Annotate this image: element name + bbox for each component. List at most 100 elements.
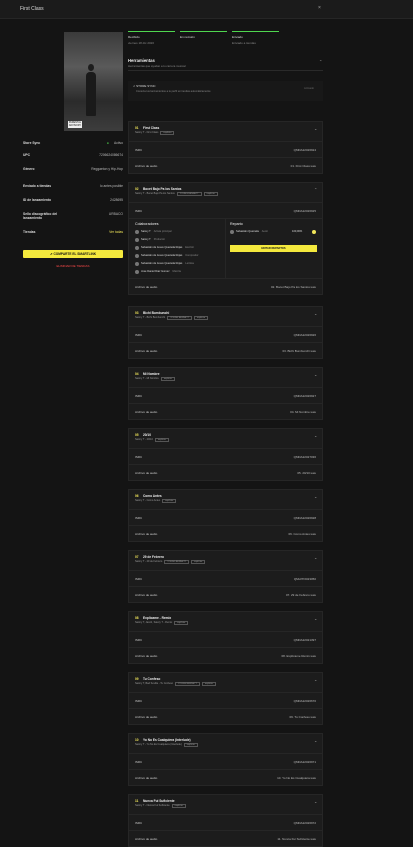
close-icon[interactable]: ×	[318, 5, 321, 11]
meta-key: Store Sync	[23, 141, 41, 145]
audio-filename: 09. Tu Confeso.wav	[289, 715, 316, 719]
collaborator-row: Sebastián de Jesus Quezada Rojas Composit…	[135, 253, 199, 261]
collaborator: Satory T Productor	[141, 238, 165, 241]
chevron-down-icon[interactable]: ⌄	[314, 555, 317, 560]
split-row: Sebastián Quezada Autor 100,00%	[230, 229, 317, 237]
chevron-down-icon[interactable]: ⌄	[314, 616, 317, 621]
chevron-down-icon[interactable]: ⌄	[314, 738, 317, 743]
meta-key: Sello discográfico del lanzamiento	[23, 212, 58, 220]
edit-splits-button[interactable]: EDITAR REPARTOS	[230, 245, 317, 252]
isrc-value: QMDA22021397	[293, 638, 316, 642]
step-subtitle: viernes 18 dic 2020	[128, 41, 155, 45]
share-label: COMPARTE EL SMARTLINK	[53, 252, 97, 256]
share-smartlink-button[interactable]: ⇗ COMPARTE EL SMARTLINK	[23, 250, 123, 258]
window-header: First Class ×	[0, 0, 413, 19]
track-number: 01	[135, 126, 139, 130]
chevron-down-icon[interactable]: ⌄	[314, 677, 317, 682]
collaborator: Sebastián de Jesus Quezada Rojas Escritor	[141, 246, 194, 249]
track-number: 07	[135, 555, 139, 559]
status-dot-icon	[312, 229, 316, 234]
status-step: Recibido viernes 18 dic 2020	[128, 31, 175, 45]
avatar	[135, 269, 139, 274]
isrc-value: QMDA22026928	[293, 516, 316, 520]
track-title: Yo No Es Cualquiera (Interlude)	[143, 738, 191, 742]
track-header[interactable]: 10 Yo No Es Cualquiera (Interlude) Satory …	[129, 734, 322, 753]
audio-row: Archivo de audio 06. Como Antes.wav	[129, 525, 322, 541]
track-header[interactable]: 08 Explícame - Remix Satory T, Jacob, Sato…	[129, 612, 322, 631]
isrc-label: ISRC	[135, 148, 143, 152]
meta-value[interactable]: Ver todas	[75, 230, 123, 234]
chevron-up-icon[interactable]: ⌃	[314, 187, 317, 192]
window-title: First Class	[20, 6, 44, 12]
audio-label: Archivo de audio	[135, 654, 158, 658]
track-artist: Satory T - 29 de Febrero	[135, 560, 163, 563]
collaborator-role: Escritor	[185, 246, 195, 249]
audio-filename: 03. Bichi Bumbunchi.wav	[282, 349, 316, 353]
chevron-down-icon[interactable]: ⌄	[314, 799, 317, 804]
track-artist: Satory T - Como Antes	[135, 499, 161, 502]
track-header[interactable]: 06 Como Antes Satory T - Como Antes explíci…	[129, 490, 322, 509]
step-title: En revisión	[180, 35, 195, 39]
status-step: En revisión	[180, 31, 227, 41]
track-subtitle: Satory T - Bocet Bajo Pa los Santos YOUNG…	[135, 192, 218, 196]
track-header[interactable]: 04 Mi Nombre Satory T - Mi Nombre explícito…	[129, 368, 322, 387]
chevron-down-icon[interactable]: ⌄	[314, 372, 317, 377]
track-number: 04	[135, 372, 139, 376]
isrc-row: ISRC QMDA22026971	[129, 753, 322, 769]
collaborator-role: Productor	[153, 238, 166, 241]
store-sync-panel[interactable]: ♫ STORE SYNC Conecta tus lanzamientos a …	[128, 81, 323, 101]
isrc-row: ISRC QMDA22026928	[129, 509, 322, 525]
track-header[interactable]: 02 Bocet Bajo Pa los Santos Satory T - Boc…	[129, 183, 322, 202]
step-progress-bar	[180, 31, 227, 32]
audio-row: Archivo de audio 05. 20/10.wav	[129, 464, 322, 480]
track-header[interactable]: 09 Tu Confeso Satory T, Bad Sevilla - Tu C…	[129, 673, 322, 692]
store-sync-title: ♫ STORE SYNC	[133, 84, 156, 88]
split: Sebastián Quezada Autor	[236, 230, 268, 233]
chevron-up-icon[interactable]: ⌃	[319, 59, 322, 64]
audio-row: Archivo de audio 08. Explícame Remix.wav	[129, 647, 322, 663]
track-header[interactable]: 07 29 de Febrero Satory T - 29 de Febrero Y…	[129, 551, 322, 570]
track-header[interactable]: 05 20/10 Satory T - 20/10 explícito ⌄	[129, 429, 322, 448]
isrc-label: ISRC	[135, 455, 143, 459]
isrc-label: ISRC	[135, 638, 143, 642]
track-artist: Satory T - Nunca Fui Suficiente	[135, 804, 170, 807]
track-card: 06 Como Antes Satory T - Como Antes explíci…	[128, 489, 323, 542]
isrc-value: QMDA22027036	[293, 455, 316, 459]
track-header[interactable]: 03 Bichi Bumbunchi Satory T - Bichi Bumbun…	[129, 307, 322, 326]
track-card: 05 20/10 Satory T - 20/10 explícito ⌄ ISRC QMD…	[128, 428, 323, 481]
collaborator-role: Mezcla	[172, 270, 181, 273]
divider	[225, 219, 226, 279]
track-title: 29 de Febrero	[143, 555, 164, 559]
isrc-label: ISRC	[135, 333, 143, 337]
chevron-down-icon[interactable]: ⌄	[314, 494, 317, 499]
chevron-down-icon[interactable]: ⌄	[314, 126, 317, 131]
collaborator-row: Sebastián de Jesus Quezada Rojas Escritor	[135, 245, 194, 253]
track-artist: Satory T - Mi Nombre	[135, 377, 159, 380]
audio-filename: 05. 20/10.wav	[297, 471, 316, 475]
tools-section: Herramientas Herramientas que ayudan a t…	[128, 58, 323, 71]
track-card: 03 Bichi Bumbunchi Satory T - Bichi Bumbun…	[128, 306, 323, 359]
audio-label: Archivo de audio	[135, 285, 158, 289]
avatar	[135, 261, 139, 266]
track-number: 08	[135, 616, 139, 620]
track-tag: explícito	[160, 131, 175, 135]
audio-label: Archivo de audio	[135, 164, 158, 168]
track-card: 08 Explícame - Remix Satory T, Jacob, Sato…	[128, 611, 323, 664]
isrc-label: ISRC	[135, 577, 143, 581]
audio-row: Archivo de audio 01. First Class.wav	[129, 157, 322, 173]
track-title: 20/10	[143, 433, 151, 437]
audio-row: Archivo de audio 03. Bichi Bumbunchi.wav	[129, 342, 322, 358]
audio-filename: 01. First Class.wav	[290, 164, 316, 168]
avatar	[135, 229, 139, 234]
track-header[interactable]: 11 Nunca Fui Suficiente Satory T - Nunca F…	[129, 795, 322, 814]
delete-from-stores-link[interactable]: ELIMINAR DE TIENDAS	[23, 264, 123, 268]
divider	[128, 70, 323, 71]
track-header[interactable]: 01 First Class Satory T - First Class explí…	[129, 122, 322, 141]
collaborator-row: Sebastián de Jesus Quezada Rojas Letrista	[135, 261, 194, 269]
chevron-down-icon[interactable]: ⌄	[314, 433, 317, 438]
chevron-down-icon[interactable]: ⌄	[314, 311, 317, 316]
track-tag: YOUNG BENNETT	[164, 560, 190, 564]
meta-key: UPC	[23, 153, 30, 157]
collaborator-row: Jose Daniel Diaz Gomez Mezcla	[135, 269, 181, 277]
audio-filename: 08. Explícame Remix.wav	[281, 654, 316, 658]
